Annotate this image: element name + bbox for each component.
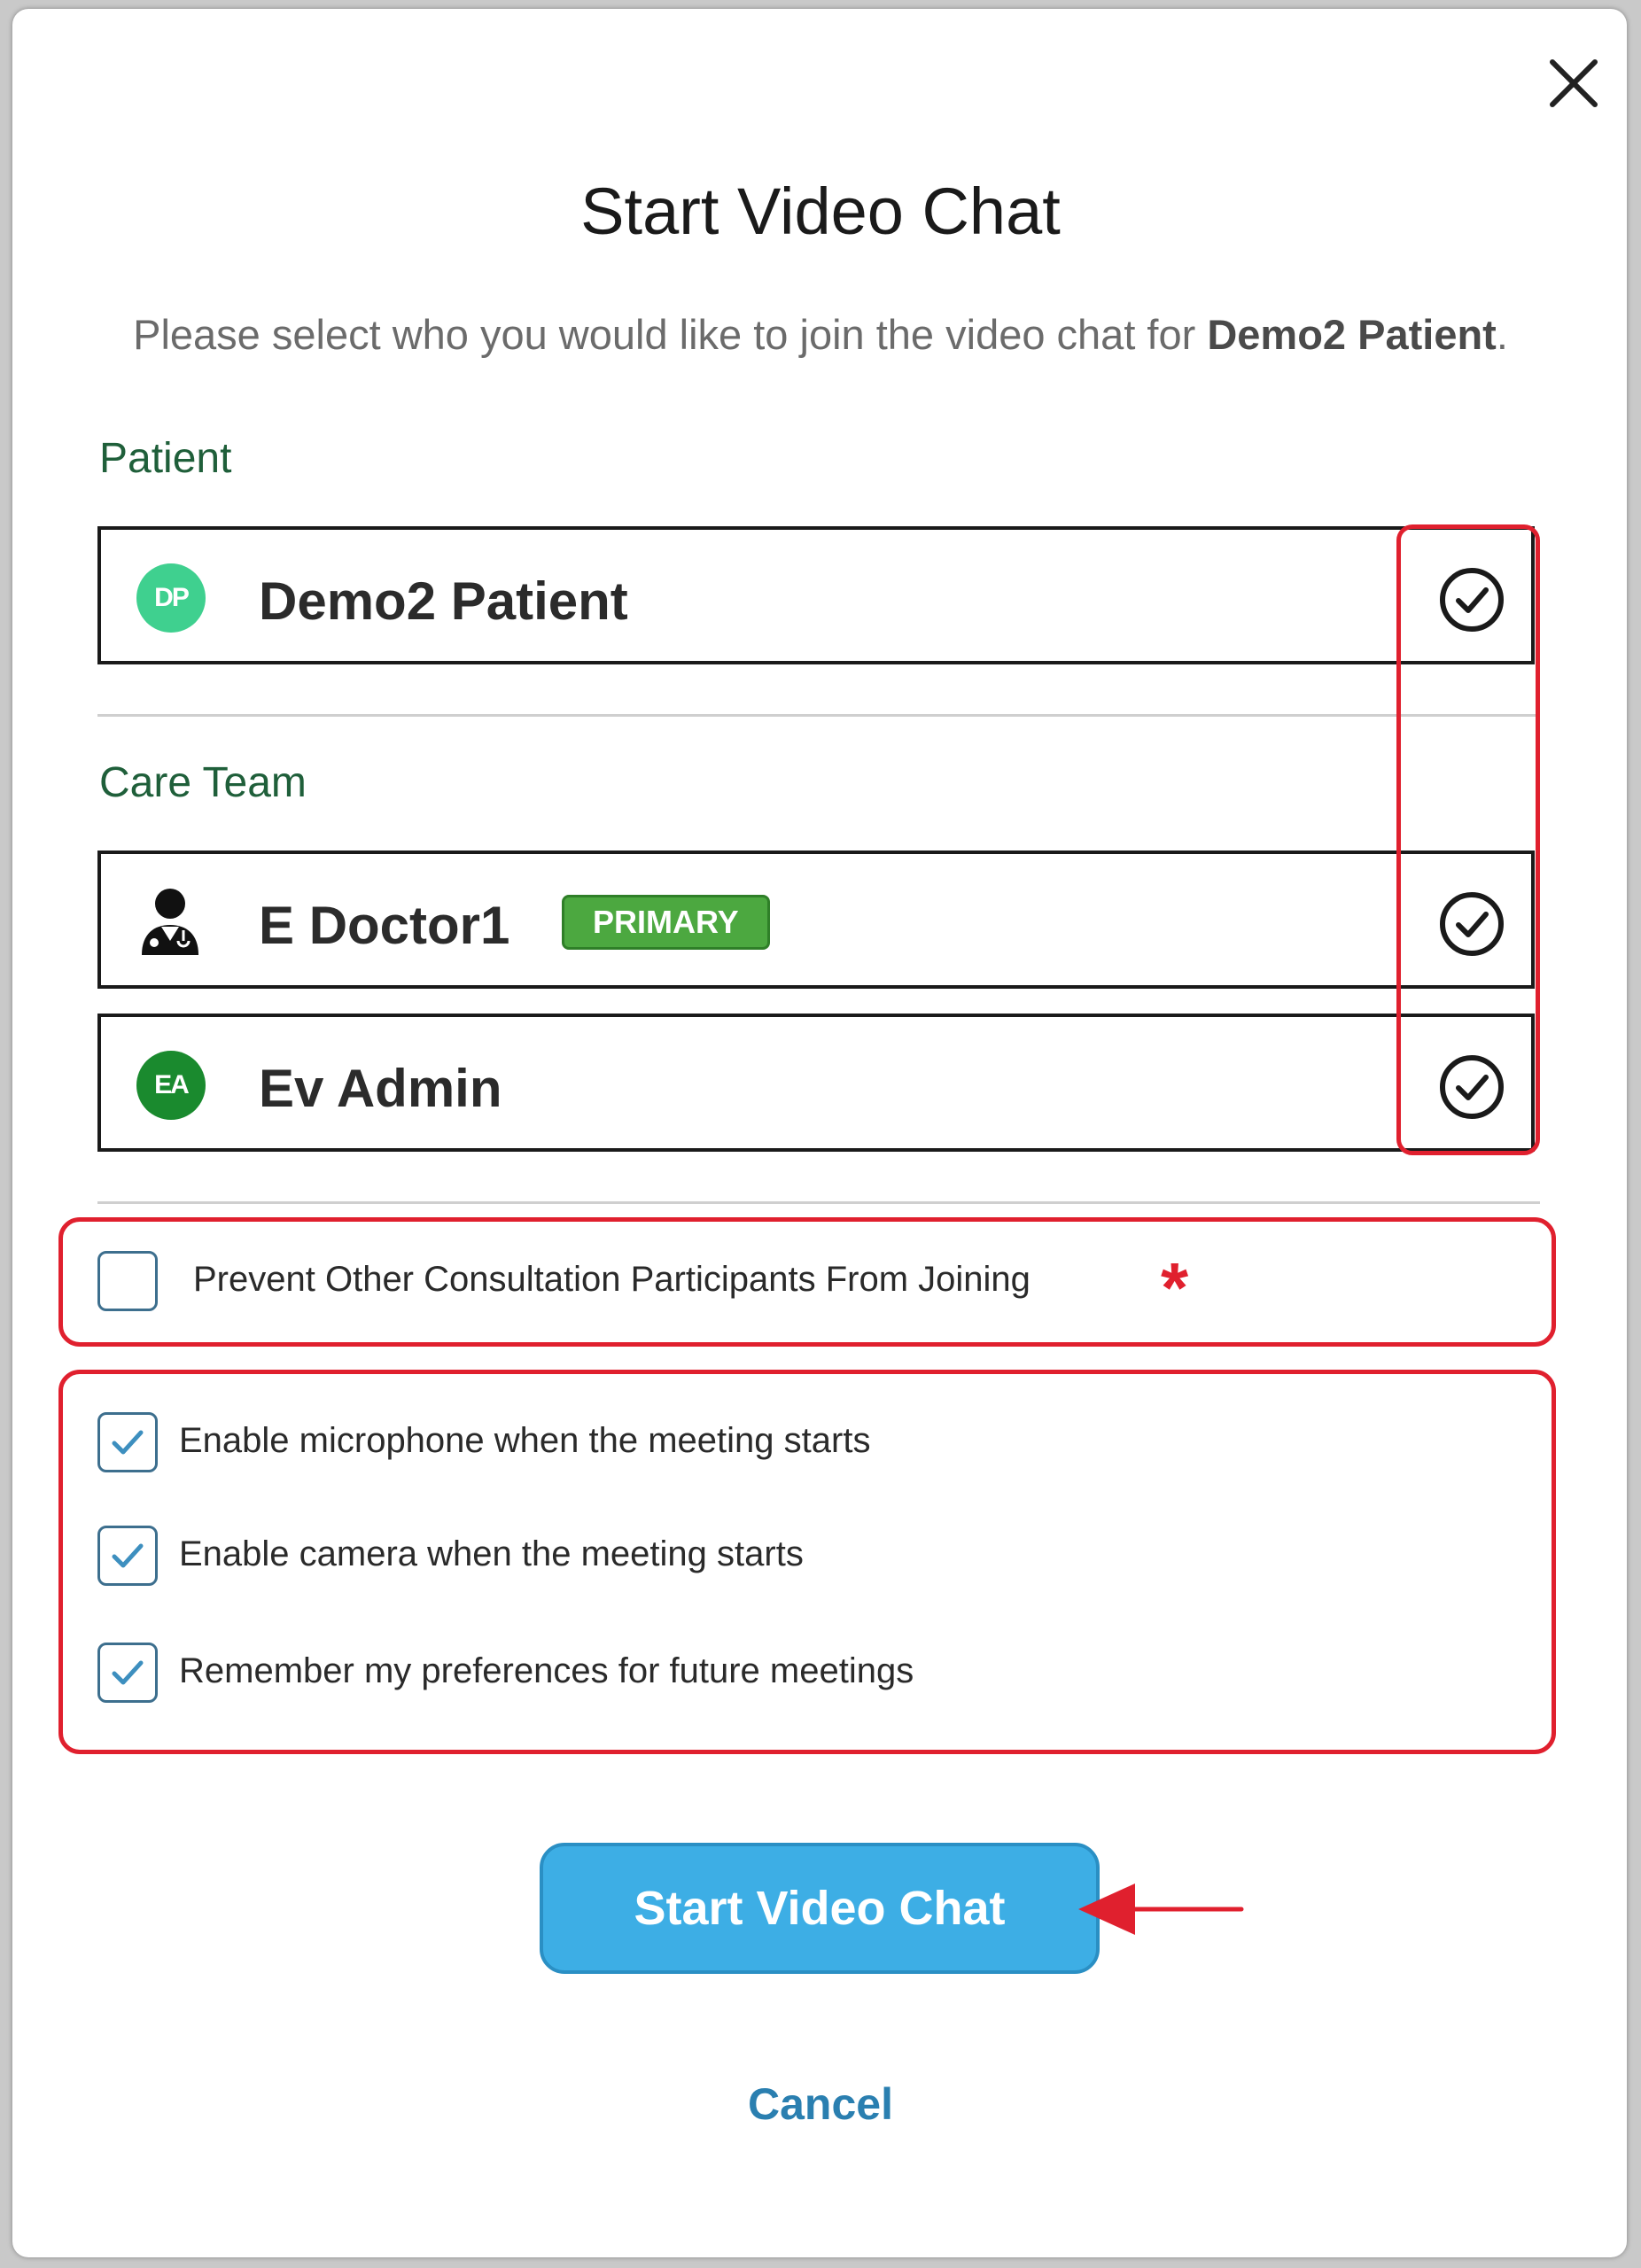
- patient-section-label: Patient: [99, 435, 232, 482]
- doctor-icon: [135, 884, 206, 959]
- care-team-section-label: Care Team: [99, 759, 307, 806]
- start-video-chat-button[interactable]: Start Video Chat: [540, 1843, 1100, 1974]
- divider: [97, 1201, 1540, 1204]
- avatar: DP: [136, 563, 206, 633]
- participant-name: Ev Admin: [259, 1059, 502, 1118]
- participant-row-demo2-patient[interactable]: DP Demo2 Patient: [97, 526, 1535, 664]
- cancel-link[interactable]: Cancel: [0, 2078, 1641, 2130]
- divider: [97, 714, 1540, 717]
- media-options-highlight: [58, 1370, 1556, 1754]
- participant-name: E Doctor1: [259, 896, 510, 955]
- check-column-highlight: [1396, 524, 1540, 1155]
- subtitle-patient-name: Demo2 Patient: [1207, 311, 1497, 358]
- avatar: EA: [136, 1051, 206, 1120]
- dialog-subtitle: Please select who you would like to join…: [0, 310, 1641, 359]
- participant-row-ev-admin[interactable]: EA Ev Admin: [97, 1014, 1535, 1152]
- arrow-annotation-icon: [1077, 1878, 1245, 1940]
- participant-name: Demo2 Patient: [259, 571, 628, 631]
- subtitle-suffix: .: [1496, 311, 1508, 358]
- prevent-joining-highlight: [58, 1217, 1556, 1347]
- primary-badge: PRIMARY: [562, 895, 770, 950]
- dialog-title: Start Video Chat: [580, 175, 1061, 248]
- subtitle-prefix: Please select who you would like to join…: [133, 311, 1208, 358]
- close-icon[interactable]: [1542, 51, 1606, 115]
- participant-row-e-doctor1[interactable]: E Doctor1 PRIMARY: [97, 850, 1535, 989]
